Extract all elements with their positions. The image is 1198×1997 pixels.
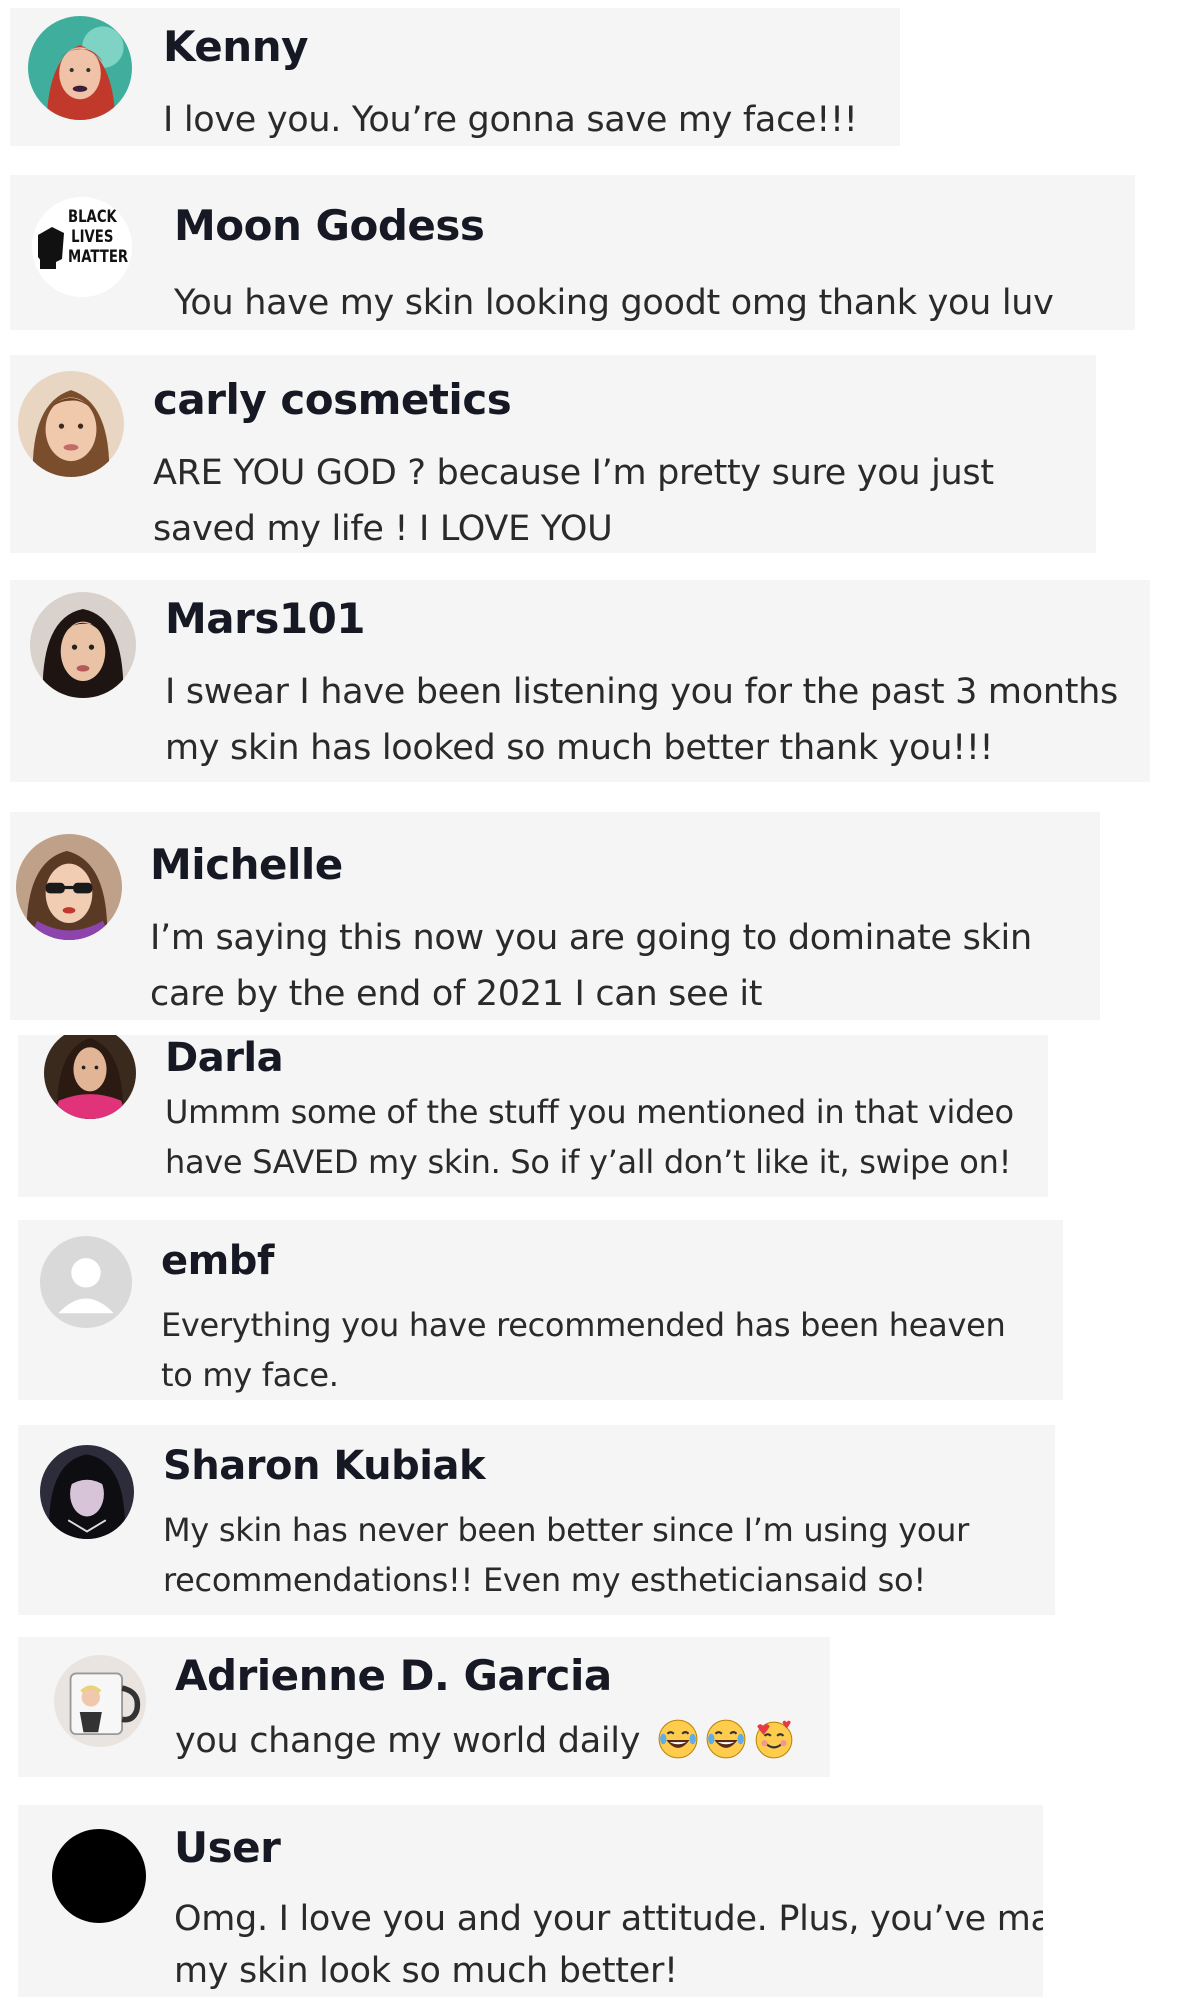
woman-dark-hair-avatar[interactable] xyxy=(30,592,136,698)
comment-card: embf Everything you have recommended has… xyxy=(18,1220,1063,1400)
black-circle-avatar[interactable] xyxy=(52,1829,146,1923)
comment-author[interactable]: Darla xyxy=(165,1035,284,1081)
avatar-logo-line: LIVES xyxy=(71,227,114,247)
comment-author[interactable]: embf xyxy=(161,1238,274,1284)
comment-text-line: you change my world daily xyxy=(175,1713,795,1770)
comment-text-line: Omg. I love you and your attitude. Plus,… xyxy=(174,1899,1043,1939)
woman-pink-top-avatar[interactable] xyxy=(44,1035,136,1119)
comment-card: Kenny I love you. You’re gonna save my f… xyxy=(10,8,900,146)
woman-black-hair-avatar[interactable] xyxy=(40,1445,134,1539)
comment-text-line: saved my life ! I LOVE YOU xyxy=(153,509,613,549)
comment-card: User Omg. I love you and your attitude. … xyxy=(18,1805,1043,1997)
comment-author[interactable]: Michelle xyxy=(150,840,343,889)
comment-text-line: Ummm some of the stuff you mentioned in … xyxy=(165,1093,1014,1131)
comment-text-line: ARE YOU GOD ? because I’m pretty sure yo… xyxy=(153,453,994,493)
comment-text: you change my world daily xyxy=(175,1721,641,1761)
comment-text-line: recommendations!! Even my estheticiansai… xyxy=(163,1561,926,1599)
comment-author[interactable]: Sharon Kubiak xyxy=(163,1443,486,1489)
comment-text-line: You have my skin looking goodt omg thank… xyxy=(174,283,1054,323)
comment-text-line: I swear I have been listening you for th… xyxy=(165,672,1118,712)
comment-text-line: to my face. xyxy=(161,1356,339,1394)
smiling-hearts-emoji xyxy=(753,1718,795,1760)
avatar-logo-text: BLACK LIVES MATTER xyxy=(68,207,128,267)
comment-author[interactable]: carly cosmetics xyxy=(153,375,512,424)
avatar-logo-line: BLACK xyxy=(68,207,117,227)
default-user-avatar[interactable] xyxy=(40,1236,132,1328)
comment-text-line: have SAVED my skin. So if y’all don’t li… xyxy=(165,1143,1012,1181)
comment-text-line: my skin look so much better! xyxy=(174,1951,678,1991)
comment-text-line: care by the end of 2021 I can see it xyxy=(150,974,763,1014)
laughing-tears-emoji xyxy=(657,1718,699,1760)
comment-text-line: I love you. You’re gonna save my face!!! xyxy=(163,100,858,140)
black-lives-matter-avatar[interactable]: BLACK LIVES MATTER xyxy=(32,197,132,297)
comment-author[interactable]: User xyxy=(174,1823,281,1872)
comment-text-line: my skin has looked so much better thank … xyxy=(165,728,994,768)
comment-text-line: Everything you have recommended has been… xyxy=(161,1306,1006,1344)
woman-sunglasses-avatar[interactable] xyxy=(16,834,122,940)
comment-author[interactable]: Adrienne D. Garcia xyxy=(175,1651,612,1700)
comment-text-line: I’m saying this now you are going to dom… xyxy=(150,918,1032,958)
comment-card: Sharon Kubiak My skin has never been bet… xyxy=(18,1425,1055,1615)
comment-card: Mars101 I swear I have been listening yo… xyxy=(10,580,1150,782)
comment-author[interactable]: Moon Godess xyxy=(174,201,485,250)
comment-author[interactable]: Kenny xyxy=(163,22,308,71)
laughing-tears-emoji xyxy=(705,1718,747,1760)
comment-text-line: My skin has never been better since I’m … xyxy=(163,1511,969,1549)
comment-card: Darla Ummm some of the stuff you mention… xyxy=(18,1035,1048,1197)
comment-card: carly cosmetics ARE YOU GOD ? because I’… xyxy=(10,355,1096,553)
woman-dark-lips-avatar[interactable] xyxy=(28,16,132,120)
comment-author[interactable]: Mars101 xyxy=(165,594,366,643)
woman-brown-hair-avatar[interactable] xyxy=(18,371,124,477)
avatar-logo-line: MATTER xyxy=(68,247,129,267)
comment-card: Michelle I’m saying this now you are goi… xyxy=(10,812,1100,1020)
comment-card: Adrienne D. Garcia you change my world d… xyxy=(18,1637,830,1777)
mug-avatar[interactable] xyxy=(54,1655,146,1747)
comment-card: BLACK LIVES MATTER Moon Godess You have … xyxy=(10,175,1135,330)
